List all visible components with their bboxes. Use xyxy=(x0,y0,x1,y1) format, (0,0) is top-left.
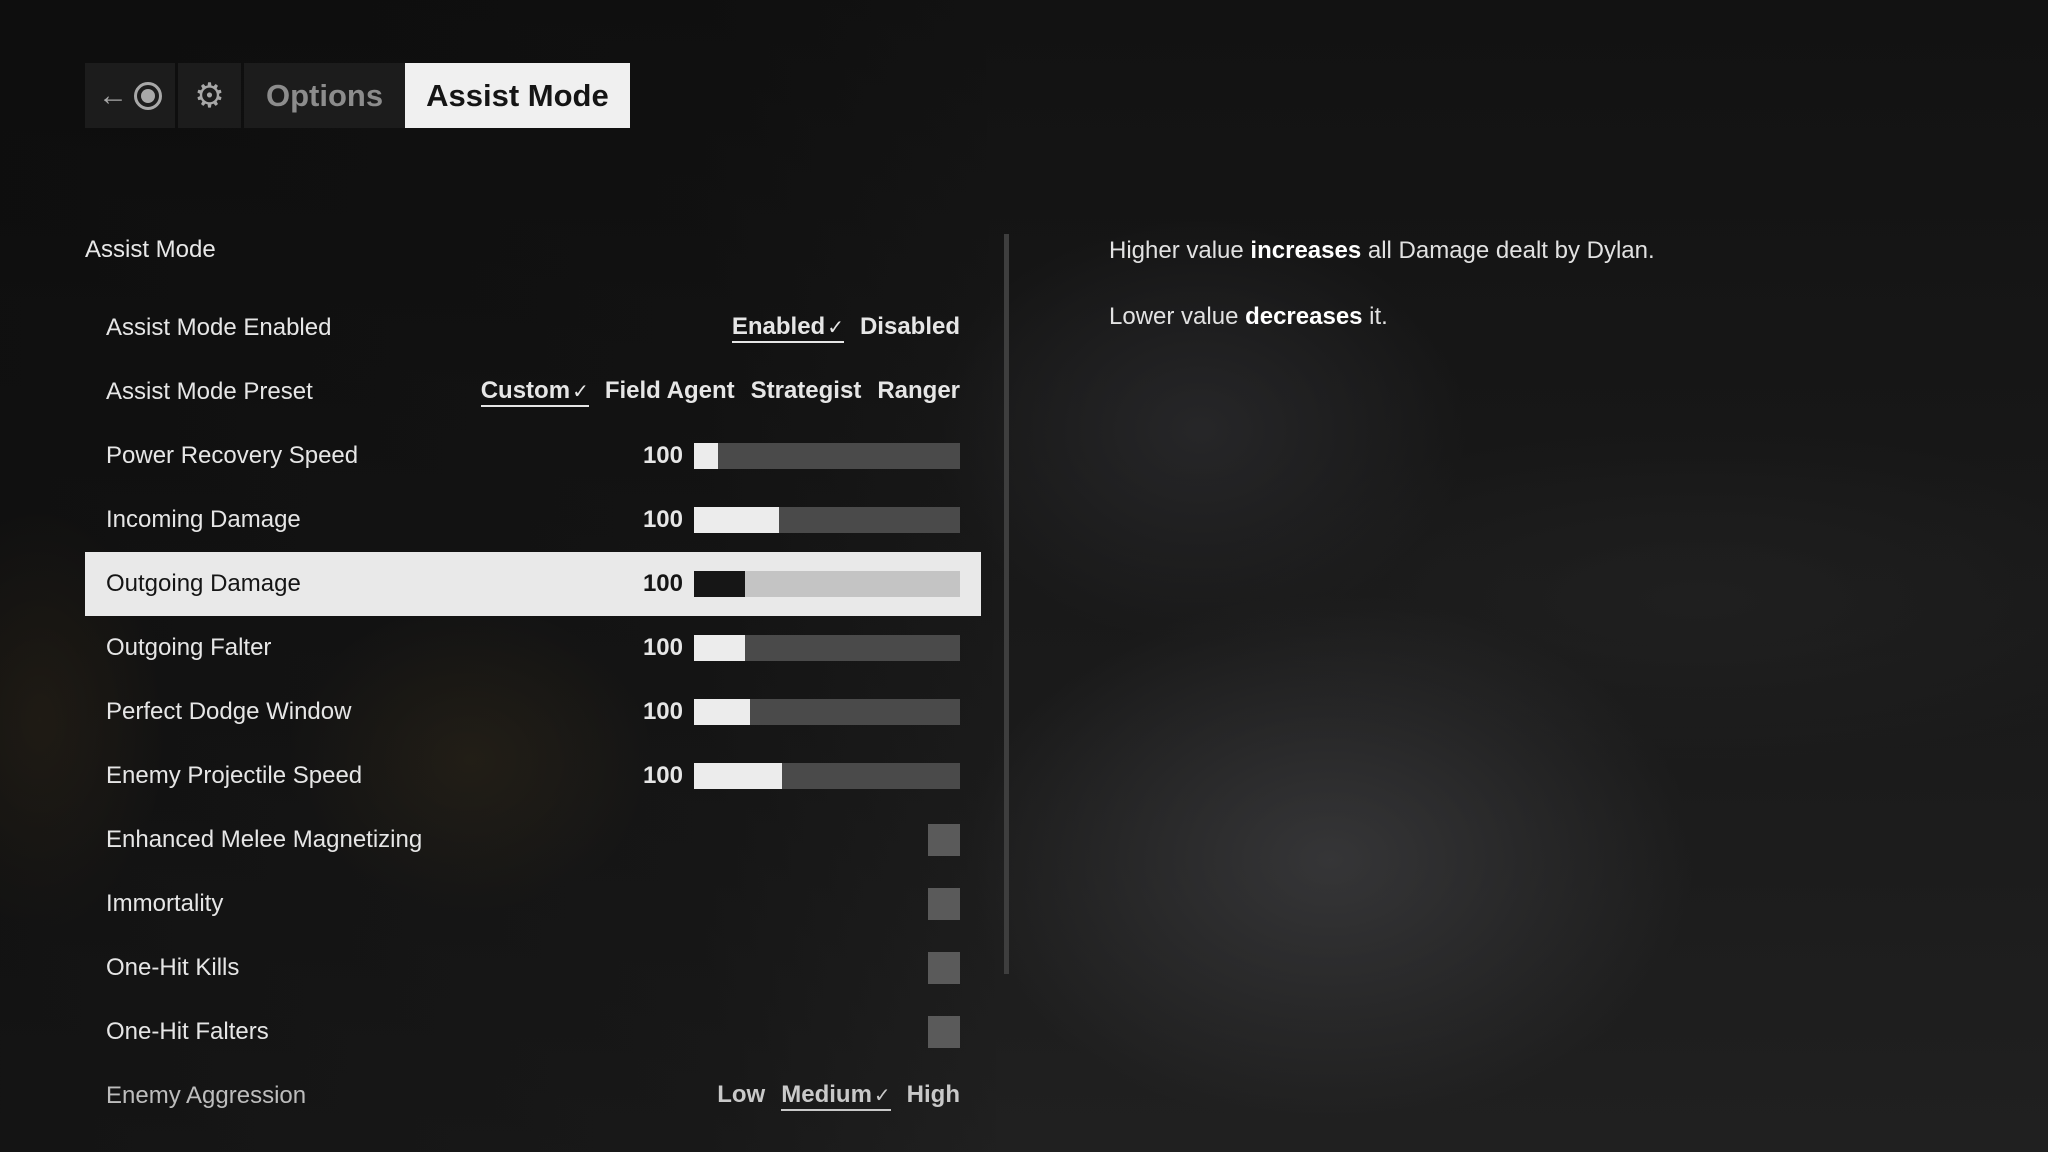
description-line-1: Higher value increases all Damage dealt … xyxy=(1109,237,1655,264)
slider-fill xyxy=(694,443,718,469)
setting-outgoing-damage[interactable]: Outgoing Damage 100 xyxy=(85,552,981,616)
check-icon: ✓ xyxy=(873,1085,891,1107)
slider-fill xyxy=(694,635,745,661)
option-enabled[interactable]: Enabled ✓ xyxy=(731,313,844,343)
setting-outgoing-falter[interactable]: Outgoing Falter 100 xyxy=(85,616,981,680)
slider-track[interactable] xyxy=(694,763,960,789)
setting-enemy-projectile-speed[interactable]: Enemy Projectile Speed 100 xyxy=(85,744,981,808)
slider-fill xyxy=(694,571,745,597)
scrollbar[interactable] xyxy=(1004,234,1009,974)
slider-track[interactable] xyxy=(694,635,960,661)
top-navigation: ← ⚙ Options Assist Mode xyxy=(85,63,630,128)
setting-label: One-Hit Falters xyxy=(106,1018,269,1045)
slider-control: 100 xyxy=(627,488,960,552)
slider-fill xyxy=(694,507,780,533)
slider-control: 100 xyxy=(627,680,960,744)
slider-value: 100 xyxy=(642,762,683,789)
settings-gear-button[interactable]: ⚙ xyxy=(178,63,241,128)
option-selector: Low Medium ✓ High xyxy=(701,1064,960,1128)
back-button[interactable]: ← xyxy=(85,63,175,128)
setting-perfect-dodge-window[interactable]: Perfect Dodge Window 100 xyxy=(85,680,981,744)
slider-value: 100 xyxy=(642,634,683,661)
slider-control: 100 xyxy=(627,424,960,488)
setting-enhanced-melee-magnetizing[interactable]: Enhanced Melee Magnetizing xyxy=(85,808,981,872)
setting-description: Higher value increases all Damage dealt … xyxy=(1109,236,1929,368)
tab-options[interactable]: Options xyxy=(244,63,406,128)
option-field-agent[interactable]: Field Agent xyxy=(605,377,735,407)
toggle-checkbox[interactable] xyxy=(928,824,960,856)
option-selector: Custom ✓ Field Agent Strategist Ranger xyxy=(465,360,960,424)
option-selector: Enabled ✓ Disabled xyxy=(716,296,960,360)
slider-control: 100 xyxy=(627,744,960,808)
setting-assist-mode-preset[interactable]: Assist Mode Preset Custom ✓ Field Agent S… xyxy=(85,360,981,424)
option-low[interactable]: Low xyxy=(717,1081,765,1111)
setting-label: Immortality xyxy=(106,890,224,917)
settings-list: Assist Mode Enabled Enabled ✓ Disabled As… xyxy=(85,296,981,1128)
setting-one-hit-falters[interactable]: One-Hit Falters xyxy=(85,1000,981,1064)
slider-track[interactable] xyxy=(694,443,960,469)
option-custom[interactable]: Custom ✓ xyxy=(480,377,589,407)
option-medium[interactable]: Medium ✓ xyxy=(781,1081,891,1111)
toggle-checkbox[interactable] xyxy=(928,888,960,920)
slider-value: 100 xyxy=(642,442,683,469)
slider-track[interactable] xyxy=(694,571,960,597)
setting-assist-mode-enabled[interactable]: Assist Mode Enabled Enabled ✓ Disabled xyxy=(85,296,981,360)
setting-label: Enhanced Melee Magnetizing xyxy=(106,826,423,853)
toggle-checkbox[interactable] xyxy=(928,952,960,984)
slider-fill xyxy=(694,699,750,725)
section-title: Assist Mode xyxy=(85,236,216,263)
setting-power-recovery-speed[interactable]: Power Recovery Speed 100 xyxy=(85,424,981,488)
controller-button-icon xyxy=(134,81,162,110)
option-strategist[interactable]: Strategist xyxy=(751,377,862,407)
setting-enemy-aggression[interactable]: Enemy Aggression Low Medium ✓ High xyxy=(85,1064,981,1128)
gear-icon: ⚙ xyxy=(194,76,225,115)
check-icon: ✓ xyxy=(827,317,844,339)
check-icon: ✓ xyxy=(572,381,589,403)
slider-track[interactable] xyxy=(694,699,960,725)
setting-label: One-Hit Kills xyxy=(106,954,240,981)
option-disabled[interactable]: Disabled xyxy=(860,313,960,343)
option-ranger[interactable]: Ranger xyxy=(877,377,960,407)
back-arrow-icon: ← xyxy=(98,78,128,112)
slider-fill xyxy=(694,763,782,789)
slider-value: 100 xyxy=(642,570,683,597)
slider-value: 100 xyxy=(642,698,683,725)
description-line-2: Lower value decreases it. xyxy=(1109,303,1388,330)
slider-value: 100 xyxy=(642,506,683,533)
toggle-checkbox[interactable] xyxy=(928,1016,960,1048)
option-high[interactable]: High xyxy=(907,1081,960,1111)
slider-track[interactable] xyxy=(694,507,960,533)
slider-control: 100 xyxy=(627,552,960,616)
tab-assist-mode[interactable]: Assist Mode xyxy=(405,63,630,128)
setting-one-hit-kills[interactable]: One-Hit Kills xyxy=(85,936,981,1000)
setting-immortality[interactable]: Immortality xyxy=(85,872,981,936)
setting-incoming-damage[interactable]: Incoming Damage 100 xyxy=(85,488,981,552)
slider-control: 100 xyxy=(627,616,960,680)
